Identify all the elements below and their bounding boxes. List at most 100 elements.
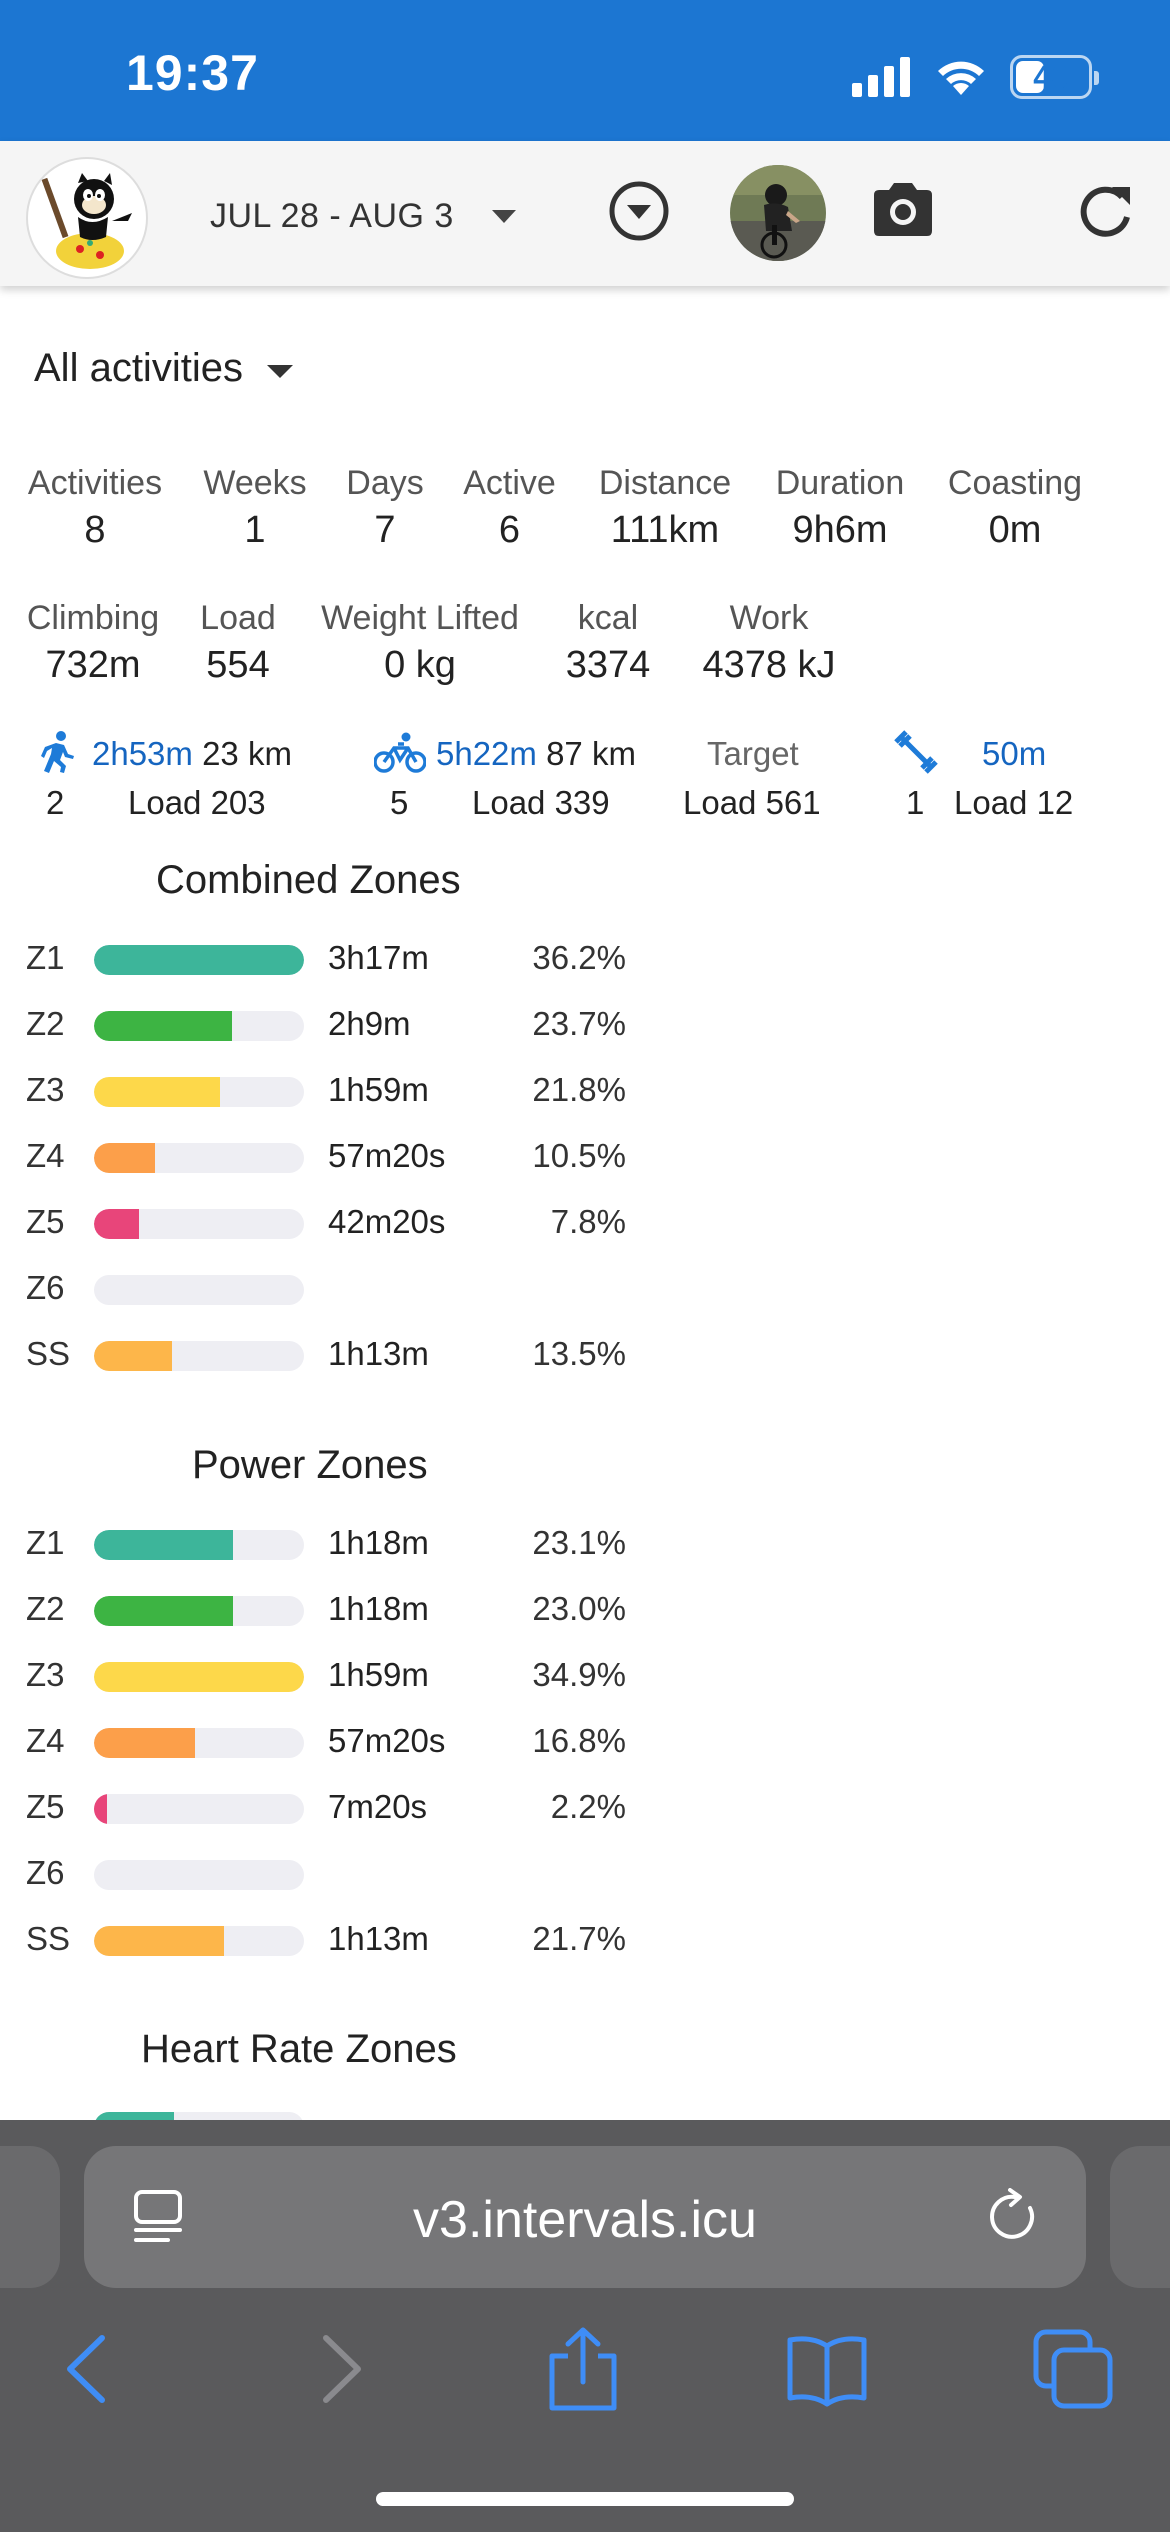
power-zone-row: Z1 1h18m 23.1% bbox=[26, 1524, 646, 1564]
zone-time: 1h18m bbox=[328, 1524, 429, 1561]
zone-bar-fill bbox=[94, 1077, 220, 1107]
stat-duration: Duration 9h6m bbox=[775, 464, 905, 551]
zone-bar-track bbox=[94, 1341, 304, 1371]
ride-load: Load 339 bbox=[472, 784, 610, 821]
stat-kcal: kcal 3374 bbox=[565, 599, 651, 686]
forward-icon[interactable] bbox=[296, 2326, 382, 2412]
run-count: 2 bbox=[46, 784, 65, 821]
combined-zone-row: SS 1h13m 13.5% bbox=[26, 1335, 646, 1375]
zone-bar-fill bbox=[94, 1926, 225, 1956]
weights-time: 50m bbox=[982, 735, 1047, 772]
zone-label: Z6 bbox=[26, 1269, 65, 1306]
camera-icon[interactable] bbox=[870, 179, 936, 239]
zone-time: 1h59m bbox=[328, 1656, 429, 1693]
circle-chevron-down-icon[interactable] bbox=[606, 178, 672, 244]
combined-zone-row: Z4 57m20s 10.5% bbox=[26, 1137, 646, 1177]
run-icon bbox=[41, 731, 74, 773]
zone-time: 1h13m bbox=[328, 1920, 429, 1957]
zone-label: SS bbox=[26, 1335, 71, 1372]
stat-weight-lifted: Weight Lifted 0 kg bbox=[321, 599, 519, 686]
combined-zone-row: Z2 2h9m 23.7% bbox=[26, 1005, 646, 1045]
zone-bar-fill bbox=[94, 1011, 232, 1041]
zone-percent: 36.2% bbox=[532, 939, 626, 976]
weights-count: 1 bbox=[906, 784, 925, 821]
stat-climbing: Climbing 732m bbox=[26, 599, 160, 686]
address-bar[interactable]: v3.intervals.icu bbox=[84, 2146, 1086, 2288]
stat-work: Work 4378 kJ bbox=[702, 599, 836, 686]
zone-percent: 10.5% bbox=[532, 1137, 626, 1174]
zone-percent: 13.5% bbox=[532, 1335, 626, 1372]
bookmarks-icon[interactable] bbox=[784, 2326, 870, 2412]
status-bar: 19:37 40 bbox=[0, 0, 1170, 141]
zone-bar-fill bbox=[94, 1209, 140, 1239]
battery-icon: 40 bbox=[1010, 55, 1099, 99]
previous-tab-preview[interactable] bbox=[0, 2146, 60, 2288]
run-load: Load 203 bbox=[128, 784, 266, 821]
zone-bar-track bbox=[94, 1530, 304, 1560]
zone-bar-track bbox=[94, 1926, 304, 1956]
combined-zones-title: Combined Zones bbox=[156, 858, 461, 902]
zone-bar-track bbox=[94, 1728, 304, 1758]
zone-time: 42m20s bbox=[328, 1203, 446, 1240]
zone-time: 1h13m bbox=[328, 1335, 429, 1372]
zone-bar-track bbox=[94, 1794, 304, 1824]
share-icon[interactable] bbox=[540, 2326, 626, 2412]
date-range-label: JUL 28 - AUG 3 bbox=[210, 197, 454, 235]
zone-bar-fill bbox=[94, 945, 304, 975]
power-zone-row: Z5 7m20s 2.2% bbox=[26, 1788, 646, 1828]
zone-percent: 23.0% bbox=[532, 1590, 626, 1627]
app-logo[interactable] bbox=[26, 157, 148, 279]
zone-percent: 16.8% bbox=[532, 1722, 626, 1759]
refresh-icon[interactable] bbox=[1072, 179, 1138, 245]
stat-coasting: Coasting 0m bbox=[947, 464, 1083, 551]
power-zone-row: SS 1h13m 21.7% bbox=[26, 1920, 646, 1960]
combined-zone-row: Z3 1h59m 21.8% bbox=[26, 1071, 646, 1111]
zone-label: Z2 bbox=[26, 1590, 65, 1627]
zone-label: Z1 bbox=[26, 1524, 65, 1561]
avatar-cyclist-icon bbox=[730, 165, 826, 261]
weights-icon bbox=[894, 730, 938, 774]
zone-bar-fill bbox=[94, 1728, 195, 1758]
zone-label: Z3 bbox=[26, 1071, 65, 1108]
reload-icon[interactable] bbox=[986, 2188, 1044, 2246]
weights-load: Load 12 bbox=[954, 784, 1074, 821]
power-zone-row: Z3 1h59m 34.9% bbox=[26, 1656, 646, 1696]
zone-percent: 23.1% bbox=[532, 1524, 626, 1561]
zone-percent: 21.7% bbox=[532, 1920, 626, 1957]
url-text: v3.intervals.icu bbox=[413, 2191, 757, 2249]
zone-time: 57m20s bbox=[328, 1137, 446, 1174]
tabs-icon[interactable] bbox=[1030, 2326, 1116, 2412]
zone-label: Z3 bbox=[26, 1656, 65, 1693]
run-summary: 2h53m 23 km bbox=[92, 735, 292, 772]
zone-bar-fill bbox=[94, 1530, 233, 1560]
zone-percent: 2.2% bbox=[550, 1788, 626, 1825]
stat-active: Active 6 bbox=[463, 464, 556, 551]
zone-time: 3h17m bbox=[328, 939, 429, 976]
combined-zone-row: Z5 42m20s 7.8% bbox=[26, 1203, 646, 1243]
dropdown-caret-icon bbox=[491, 210, 516, 223]
activity-filter-dropdown[interactable]: All activities bbox=[34, 346, 293, 391]
zone-bar-fill bbox=[94, 1143, 155, 1173]
ride-summary: 5h22m 87 km bbox=[436, 735, 636, 772]
stat-distance: Distance 111km bbox=[598, 464, 732, 551]
power-zone-row: Z2 1h18m 23.0% bbox=[26, 1590, 646, 1630]
stat-days: Days 7 bbox=[346, 464, 424, 551]
status-time: 19:37 bbox=[126, 45, 259, 101]
zone-bar-fill bbox=[94, 1794, 107, 1824]
wifi-icon bbox=[938, 61, 984, 95]
zone-label: Z4 bbox=[26, 1137, 65, 1174]
app-toolbar: JUL 28 - AUG 3 bbox=[0, 141, 1170, 286]
back-icon[interactable] bbox=[46, 2326, 132, 2412]
user-avatar[interactable] bbox=[730, 165, 826, 261]
heart-rate-zone-bar-partial bbox=[94, 2112, 304, 2120]
date-range-selector[interactable]: JUL 28 - AUG 3 bbox=[210, 197, 516, 236]
zone-bar-fill bbox=[94, 1341, 172, 1371]
ride-count: 5 bbox=[390, 784, 409, 821]
zone-percent: 34.9% bbox=[532, 1656, 626, 1693]
zone-bar-track bbox=[94, 1860, 304, 1890]
next-tab-preview[interactable] bbox=[1110, 2146, 1170, 2288]
zone-label: SS bbox=[26, 1920, 71, 1957]
felix-cat-logo-icon bbox=[41, 173, 132, 269]
zone-label: Z5 bbox=[26, 1788, 65, 1825]
activity-filter-label: All activities bbox=[34, 346, 243, 390]
